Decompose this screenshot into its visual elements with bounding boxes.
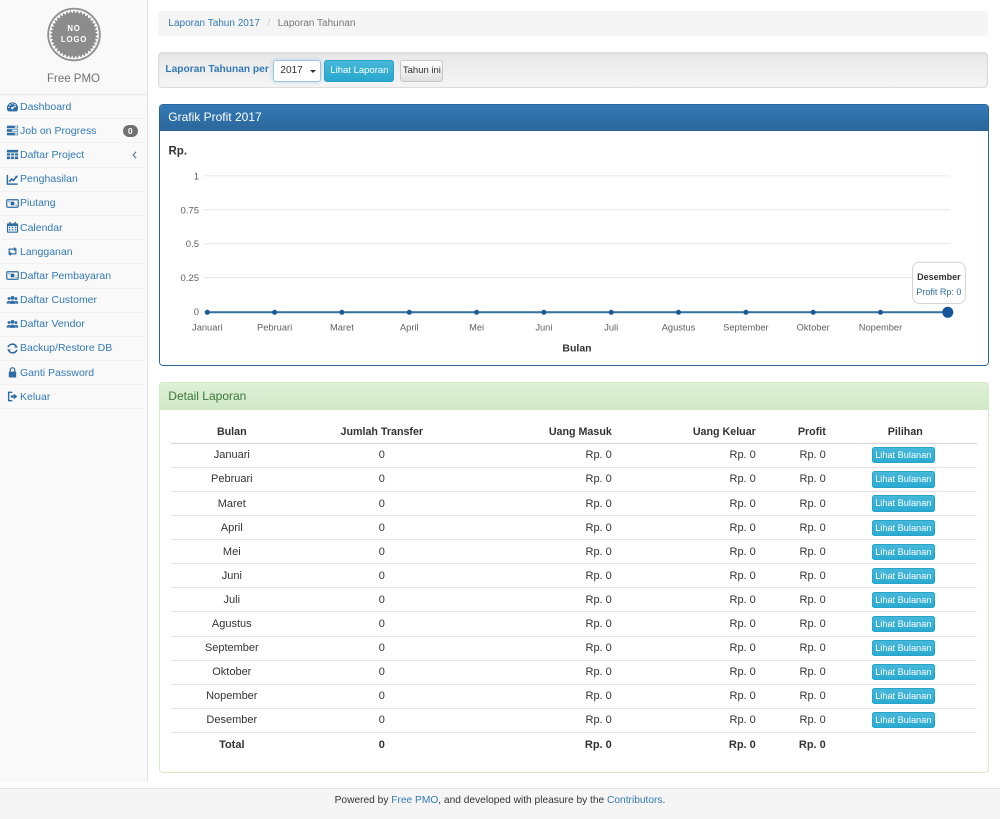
svg-text:0.25: 0.25 [180, 273, 199, 284]
svg-text:LOGO: LOGO [61, 35, 87, 44]
svg-text:Mei: Mei [469, 322, 484, 332]
svg-text:Bulan: Bulan [562, 342, 591, 354]
svg-text:Oktober: Oktober [796, 322, 829, 332]
svg-text:0: 0 [194, 307, 199, 318]
svg-text:NO: NO [67, 24, 80, 33]
svg-text:Nopember: Nopember [859, 322, 902, 332]
svg-text:Profit Rp: 0: Profit Rp: 0 [916, 287, 961, 297]
svg-text:1: 1 [194, 171, 199, 182]
svg-text:Agustus: Agustus [662, 322, 696, 332]
svg-text:April: April [400, 322, 419, 332]
svg-text:Maret: Maret [330, 322, 354, 332]
svg-text:Desember: Desember [917, 272, 961, 282]
svg-text:Juli: Juli [604, 322, 618, 332]
svg-text:Rp.: Rp. [168, 145, 187, 157]
svg-text:Januari: Januari [192, 322, 223, 332]
svg-text:0.75: 0.75 [180, 205, 199, 216]
svg-text:September: September [723, 322, 768, 332]
svg-text:Juni: Juni [535, 322, 552, 332]
svg-text:0.5: 0.5 [186, 239, 199, 250]
svg-text:Pebruari: Pebruari [257, 322, 292, 332]
